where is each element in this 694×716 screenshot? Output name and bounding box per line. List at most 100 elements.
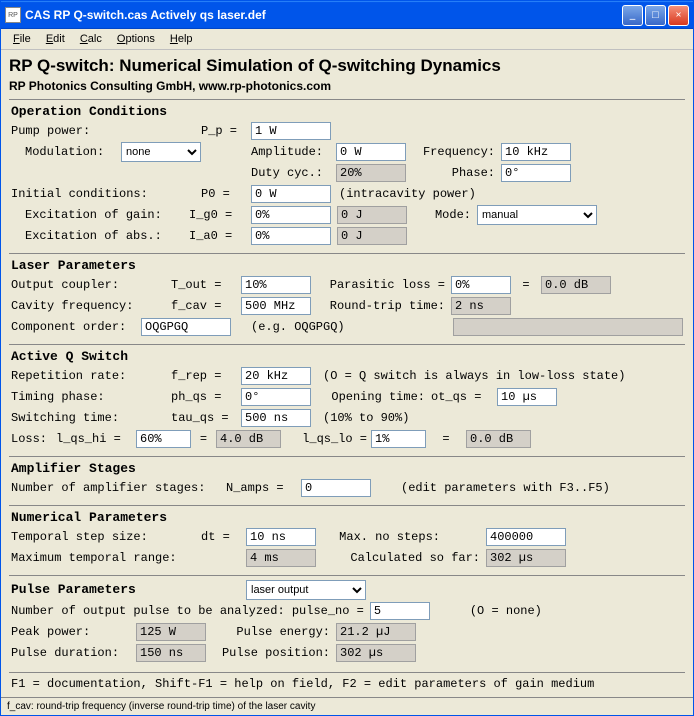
roundtrip-label: Round-trip time:	[311, 299, 451, 313]
p0-input[interactable]	[251, 185, 331, 203]
app-window: RP CAS RP Q-switch.cas Actively qs laser…	[0, 0, 694, 716]
minimize-button[interactable]: _	[622, 5, 643, 26]
footer-hint: F1 = documentation, Shift-F1 = help on f…	[9, 672, 685, 695]
lhi-db	[216, 430, 281, 448]
roundtrip-value	[451, 297, 511, 315]
mode-select[interactable]: manual	[477, 205, 597, 225]
lhi-input[interactable]	[136, 430, 191, 448]
menu-file[interactable]: File	[7, 31, 37, 47]
laser-header: Laser Parameters	[11, 258, 683, 273]
maxsteps-input[interactable]	[486, 528, 566, 546]
pulse-energy-label: Pulse energy:	[206, 625, 336, 639]
pulse-header: Pulse Parameters	[11, 582, 246, 597]
switching-note: (10% to 90%)	[311, 411, 409, 425]
calc-sofar-value	[486, 549, 566, 567]
status-bar: f_cav: round-trip frequency (inverse rou…	[1, 697, 693, 715]
section-pulse: Pulse Parameters laser output Number of …	[9, 575, 685, 666]
operation-header: Operation Conditions	[11, 104, 683, 119]
section-numerical: Numerical Parameters Temporal step size:…	[9, 505, 685, 571]
parasitic-label: Parasitic loss =	[311, 278, 451, 292]
switching-time-label: Switching time:	[11, 411, 171, 425]
loss-label: Loss:	[11, 432, 56, 446]
page-subtitle: RP Photonics Consulting GmbH, www.rp-pho…	[9, 79, 685, 93]
comp-order-eg: (e.g. OQGPGQ)	[231, 320, 345, 334]
peak-power-value	[136, 623, 206, 641]
calc-sofar-label: Calculated so far:	[316, 551, 486, 565]
fcav-symbol: f_cav =	[171, 299, 241, 313]
amplitude-input[interactable]	[336, 143, 406, 161]
section-operation: Operation Conditions Pump power: P_p = M…	[9, 99, 685, 249]
exc-gain-label: Excitation of gain:	[11, 208, 189, 222]
eq1: =	[511, 278, 541, 292]
dt-input[interactable]	[246, 528, 316, 546]
pulse-position-label: Pulse position:	[206, 646, 336, 660]
ig0-j	[337, 206, 407, 224]
phqs-input[interactable]	[241, 388, 311, 406]
section-laser: Laser Parameters Output coupler: T_out =…	[9, 253, 685, 340]
section-amplifier: Amplifier Stages Number of amplifier sta…	[9, 456, 685, 501]
llo-input[interactable]	[371, 430, 426, 448]
duty-label: Duty cyc.:	[251, 166, 336, 180]
cavity-freq-label: Cavity frequency:	[11, 299, 171, 313]
modulation-select[interactable]: none	[121, 142, 201, 162]
otqs-input[interactable]	[497, 388, 557, 406]
comp-order-label: Component order:	[11, 320, 141, 334]
pump-power-label: Pump power:	[11, 124, 201, 138]
maxrange-label: Maximum temporal range:	[11, 551, 201, 565]
timing-phase-label: Timing phase:	[11, 390, 171, 404]
pulse-output-select[interactable]: laser output	[246, 580, 366, 600]
rep-note: (O = Q switch is always in low-loss stat…	[311, 369, 625, 383]
pump-power-symbol: P_p =	[201, 124, 251, 138]
tout-symbol: T_out =	[171, 278, 241, 292]
dt-label: Temporal step size:	[11, 530, 201, 544]
phase-label: Phase:	[406, 166, 501, 180]
pump-power-input[interactable]	[251, 122, 331, 140]
comp-order-input[interactable]	[141, 318, 231, 336]
maximize-button[interactable]: □	[645, 5, 666, 26]
menu-options[interactable]: Options	[111, 31, 161, 47]
ia0-j	[337, 227, 407, 245]
maxsteps-label: Max. no steps:	[316, 530, 446, 544]
qswitch-header: Active Q Switch	[11, 349, 683, 364]
maxrange-value	[246, 549, 316, 567]
parasitic-input[interactable]	[451, 276, 511, 294]
titlebar[interactable]: RP CAS RP Q-switch.cas Actively qs laser…	[1, 1, 693, 29]
close-button[interactable]: ×	[668, 5, 689, 26]
amplifier-header: Amplifier Stages	[11, 461, 683, 476]
init-cond-label: Initial conditions:	[11, 187, 201, 201]
menu-calc[interactable]: Calc	[74, 31, 108, 47]
menu-help[interactable]: Help	[164, 31, 199, 47]
ia0-input[interactable]	[251, 227, 331, 245]
parasitic-db	[541, 276, 611, 294]
phase-input[interactable]	[501, 164, 571, 182]
rep-rate-label: Repetition rate:	[11, 369, 171, 383]
peak-power-label: Peak power:	[11, 625, 136, 639]
pulse-no-note: (O = none)	[430, 604, 542, 618]
frequency-label: Frequency:	[406, 145, 501, 159]
section-qswitch: Active Q Switch Repetition rate: f_rep =…	[9, 344, 685, 452]
intracavity-note: (intracavity power)	[331, 187, 476, 201]
fcav-input[interactable]	[241, 297, 311, 315]
namps-input[interactable]	[301, 479, 371, 497]
frequency-input[interactable]	[501, 143, 571, 161]
llo-db	[466, 430, 531, 448]
exc-abs-label: Excitation of abs.:	[11, 229, 189, 243]
page-title: RP Q-switch: Numerical Simulation of Q-s…	[9, 56, 685, 76]
llo-symbol: l_qs_lo =	[281, 432, 371, 446]
lhi-symbol: l_qs_hi =	[56, 432, 136, 446]
pulse-duration-value	[136, 644, 206, 662]
phqs-symbol: ph_qs =	[171, 390, 241, 404]
tauqs-input[interactable]	[241, 409, 311, 427]
modulation-label: Modulation:	[11, 145, 121, 159]
window-title: CAS RP Q-switch.cas Actively qs laser.de…	[25, 8, 622, 22]
menu-edit[interactable]: Edit	[40, 31, 71, 47]
tout-input[interactable]	[241, 276, 311, 294]
eq3: =	[426, 432, 466, 446]
frep-input[interactable]	[241, 367, 311, 385]
namps-symbol: N_amps =	[226, 481, 301, 495]
pulse-no-input[interactable]	[370, 602, 430, 620]
ig0-input[interactable]	[251, 206, 331, 224]
ig0-symbol: I_g0 =	[189, 208, 251, 222]
dt-symbol: dt =	[201, 530, 246, 544]
comp-order-extra	[453, 318, 683, 336]
